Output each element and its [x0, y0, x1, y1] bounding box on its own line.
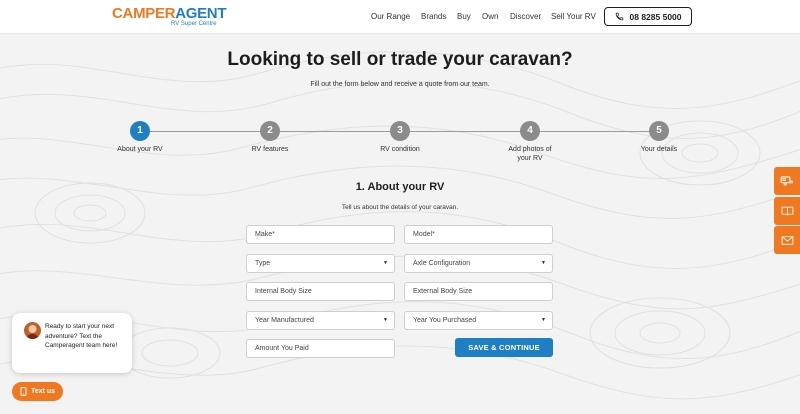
nav-brands[interactable]: Brands [421, 12, 446, 21]
step-label: RV condition [380, 146, 420, 153]
side-tab-caravan[interactable] [774, 167, 800, 195]
model-field[interactable]: Model* [404, 225, 553, 244]
make-field[interactable]: Make* [246, 225, 395, 244]
step-2[interactable]: 2 RV features [230, 121, 310, 154]
step-label: Add photos of your RV [508, 146, 552, 162]
step-3[interactable]: 3 RV condition [360, 121, 440, 154]
page-subtitle: Fill out the form below and receive a qu… [310, 81, 490, 88]
year-manufactured-value: Year Manufactured [255, 317, 314, 324]
phone-button[interactable]: 08 8285 5000 [604, 7, 692, 26]
nav-buy[interactable]: Buy [457, 12, 471, 21]
step-number: 5 [649, 121, 669, 141]
nav-own[interactable]: Own [482, 12, 498, 21]
type-select[interactable]: Type ▼ [246, 254, 395, 273]
caravan-icon [780, 176, 793, 186]
phone-number: 08 8285 5000 [629, 11, 682, 22]
step-label: About your RV [117, 146, 163, 153]
axle-select-value: Axle Configuration [413, 260, 471, 267]
internal-size-field[interactable]: Internal Body Size [246, 282, 395, 301]
year-purchased-value: Year You Purchased [413, 317, 477, 324]
caret-down-icon: ▼ [383, 260, 388, 266]
caret-down-icon: ▼ [541, 260, 546, 266]
page-title: Looking to sell or trade your caravan? [227, 49, 573, 70]
step-label: Your details [640, 146, 678, 153]
side-tab-brochure[interactable] [774, 196, 800, 225]
step-5[interactable]: 5 Your details [619, 121, 699, 154]
step-number: 2 [260, 121, 280, 141]
year-purchased-select[interactable]: Year You Purchased ▼ [404, 311, 553, 330]
step-number: 3 [390, 121, 410, 141]
step-number: 1 [130, 121, 150, 141]
section-subtitle: Tell us about the details of your carava… [341, 204, 459, 211]
logo-tagline: RV Super Centre [171, 21, 217, 27]
axle-select[interactable]: Axle Configuration ▼ [404, 254, 553, 273]
save-continue-button[interactable]: SAVE & CONTINUE [455, 338, 553, 357]
external-size-field[interactable]: External Body Size [404, 282, 553, 301]
step-1[interactable]: 1 About your RV [100, 121, 180, 154]
nav-sell-your-rv[interactable]: Sell Your RV [551, 12, 596, 21]
chat-message: Ready to start your next adventure? Text… [45, 323, 118, 349]
phone-icon [615, 12, 623, 21]
side-tabs [774, 167, 800, 256]
year-manufactured-select[interactable]: Year Manufactured ▼ [246, 311, 395, 330]
step-number: 4 [520, 121, 540, 141]
amount-paid-field[interactable]: Amount You Paid [246, 339, 395, 358]
nav-discover[interactable]: Discover [510, 12, 541, 21]
phone-icon [20, 387, 27, 396]
book-icon [781, 206, 793, 215]
step-label: RV features [251, 146, 289, 153]
caret-down-icon: ▼ [541, 317, 546, 323]
side-tab-email[interactable] [774, 226, 800, 254]
logo-wordmark: CAMPERAGENT [112, 5, 227, 22]
text-us-label: Text us [31, 388, 55, 395]
chat-popup[interactable]: Ready to start your next adventure? Text… [12, 313, 132, 373]
step-4[interactable]: 4 Add photos of your RV [490, 121, 570, 163]
site-header: CAMPERAGENT RV Super Centre Our Range Br… [0, 0, 800, 33]
camperagent-logo[interactable]: CAMPERAGENT RV Super Centre [112, 5, 227, 27]
type-select-value: Type [255, 260, 271, 267]
caret-down-icon: ▼ [383, 317, 388, 323]
text-us-button[interactable]: Text us [12, 382, 63, 401]
agent-avatar [24, 322, 41, 339]
mail-icon [781, 235, 793, 245]
nav-our-range[interactable]: Our Range [371, 12, 410, 21]
section-title: 1. About your RV [355, 181, 445, 193]
